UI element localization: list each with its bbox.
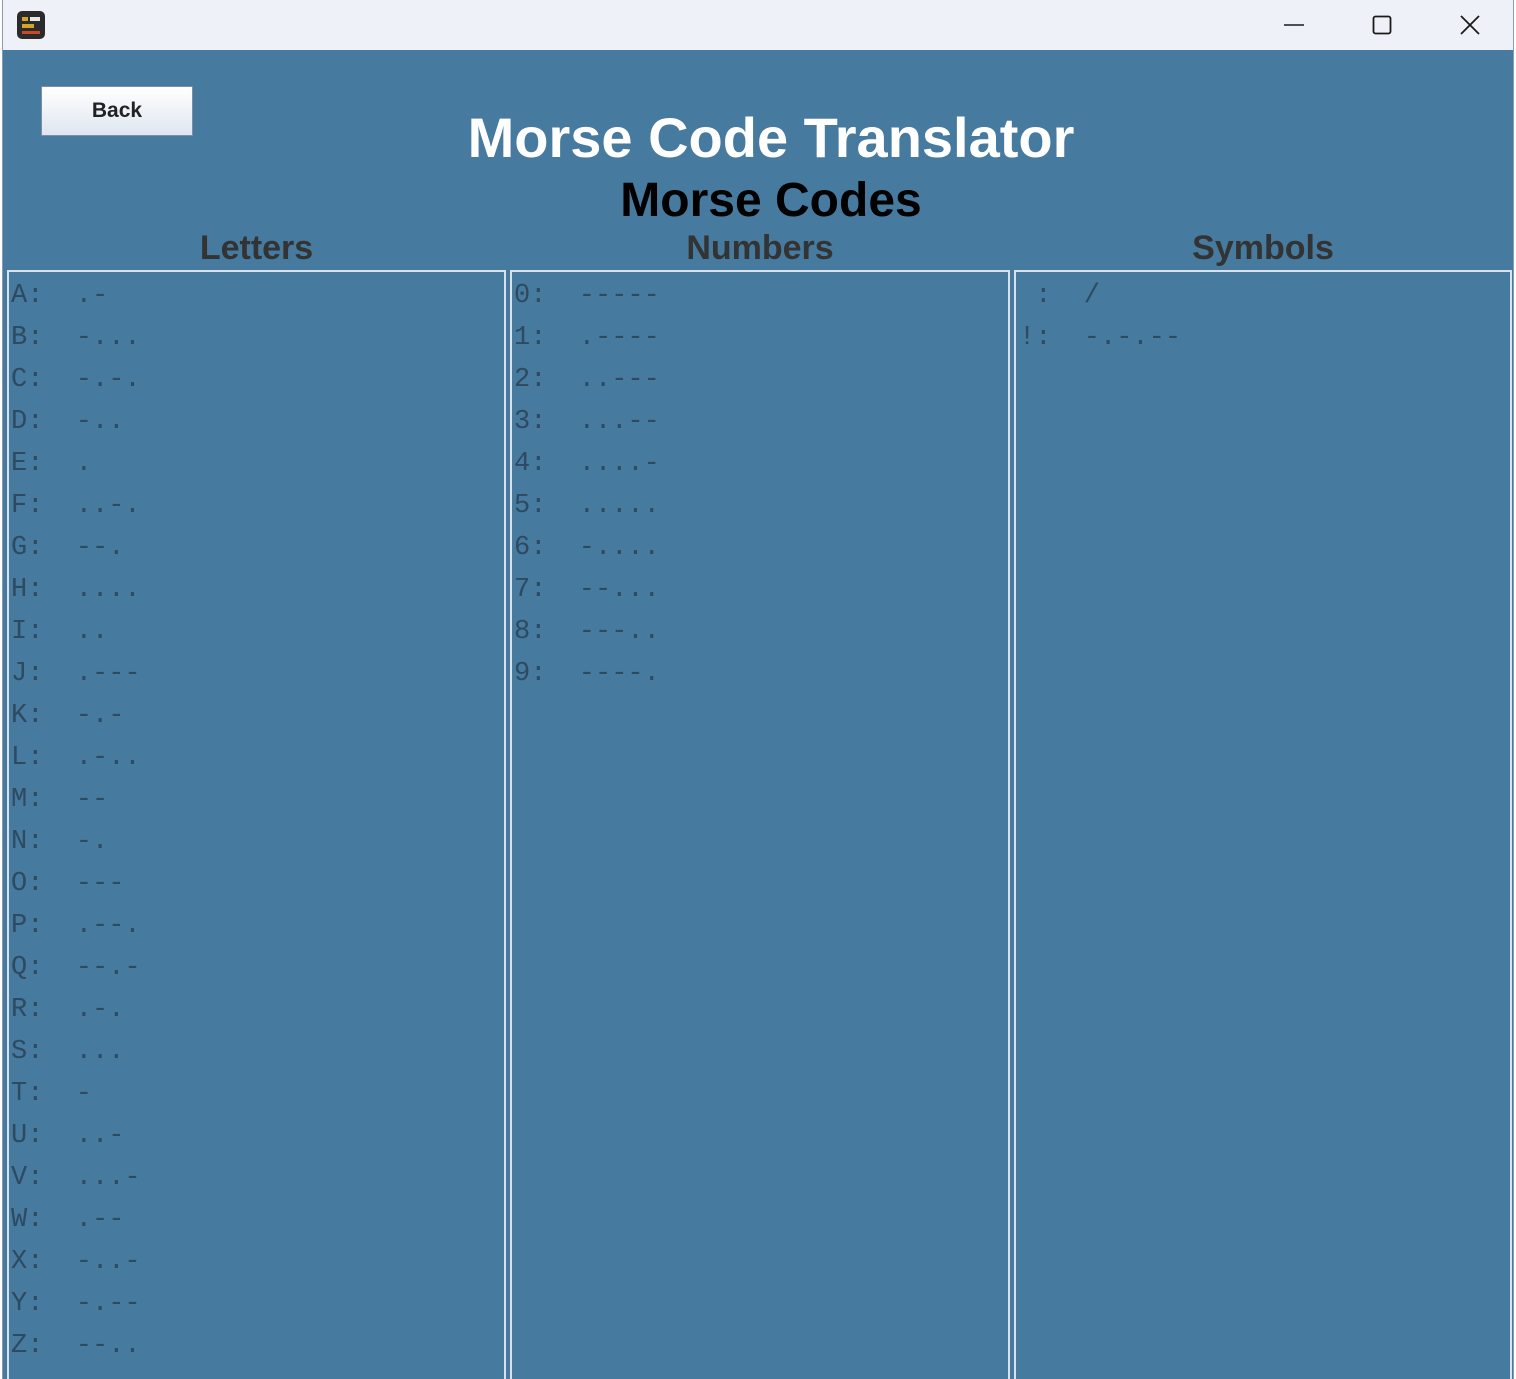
letter-code-line: Y: -.-- <box>11 1289 141 1319</box>
letter-code-line: M: -- <box>11 785 109 815</box>
letter-code-line: W: .-- <box>11 1205 125 1235</box>
letter-code-line: N: -. <box>11 827 109 857</box>
number-code-line: 8: ---.. <box>514 617 660 647</box>
letter-code-line: E: . <box>11 449 93 479</box>
title-bar <box>3 0 1513 50</box>
letter-code-line: T: - <box>11 1079 93 1109</box>
number-code-line: 6: -.... <box>514 533 660 563</box>
letter-code-line: S: ... <box>11 1037 125 1067</box>
letter-code-line: L: .-.. <box>11 743 141 773</box>
letter-code-line: P: .--. <box>11 911 141 941</box>
number-code-line: 9: ----. <box>514 659 660 689</box>
close-button[interactable] <box>1426 0 1513 50</box>
number-code-line: 7: --... <box>514 575 660 605</box>
letter-code-line: X: -..- <box>11 1247 141 1277</box>
letters-panel[interactable]: A: .- B: -... C: -.-. D: -.. E: . F: ..-… <box>7 270 506 1379</box>
letter-code-line: J: .--- <box>11 659 141 689</box>
number-code-line: 3: ...-- <box>514 407 660 437</box>
minimize-button[interactable] <box>1250 0 1338 50</box>
letter-code-line: G: --. <box>11 533 125 563</box>
number-code-line: 0: ----- <box>514 281 660 311</box>
letter-code-line: H: .... <box>11 575 141 605</box>
number-code-line: 5: ..... <box>514 491 660 521</box>
close-icon <box>1460 15 1480 35</box>
letter-code-line: B: -... <box>11 323 141 353</box>
minimize-icon <box>1284 24 1304 26</box>
number-code-line: 4: ....- <box>514 449 660 479</box>
letters-heading: Letters <box>199 229 314 267</box>
letter-code-line: V: ...- <box>11 1163 141 1193</box>
letter-code-line: K: -.- <box>11 701 125 731</box>
letter-code-line: A: .- <box>11 281 109 311</box>
symbol-code-line: : / <box>1019 281 1101 311</box>
letter-code-line: D: -.. <box>11 407 125 437</box>
app-icon <box>17 11 45 39</box>
maximize-icon <box>1372 15 1392 35</box>
symbols-panel[interactable]: : / !: -.-.-- <box>1014 270 1512 1379</box>
page-subtitle: Morse Codes <box>620 174 922 227</box>
symbol-code-line: !: -.-.-- <box>1019 323 1182 353</box>
number-code-line: 2: ..--- <box>514 365 660 395</box>
letter-code-line: U: ..- <box>11 1121 125 1151</box>
number-code-line: 1: .---- <box>514 323 660 353</box>
letter-code-line: F: ..-. <box>11 491 141 521</box>
letter-code-line: Q: --.- <box>11 953 141 983</box>
letter-code-line: I: .. <box>11 617 109 647</box>
page-title: Morse Code Translator <box>467 106 1075 169</box>
app-window: Back Morse Code Translator Morse Codes L… <box>2 0 1514 1379</box>
symbols-heading: Symbols <box>1192 229 1334 267</box>
numbers-panel[interactable]: 0: ----- 1: .---- 2: ..--- 3: ...-- 4: .… <box>510 270 1010 1379</box>
letter-code-line: Z: --.. <box>11 1331 141 1361</box>
letter-code-line: C: -.-. <box>11 365 141 395</box>
letter-code-line: R: .-. <box>11 995 125 1025</box>
letter-code-line: O: --- <box>11 869 125 899</box>
numbers-heading: Numbers <box>686 229 834 267</box>
maximize-button[interactable] <box>1338 0 1426 50</box>
